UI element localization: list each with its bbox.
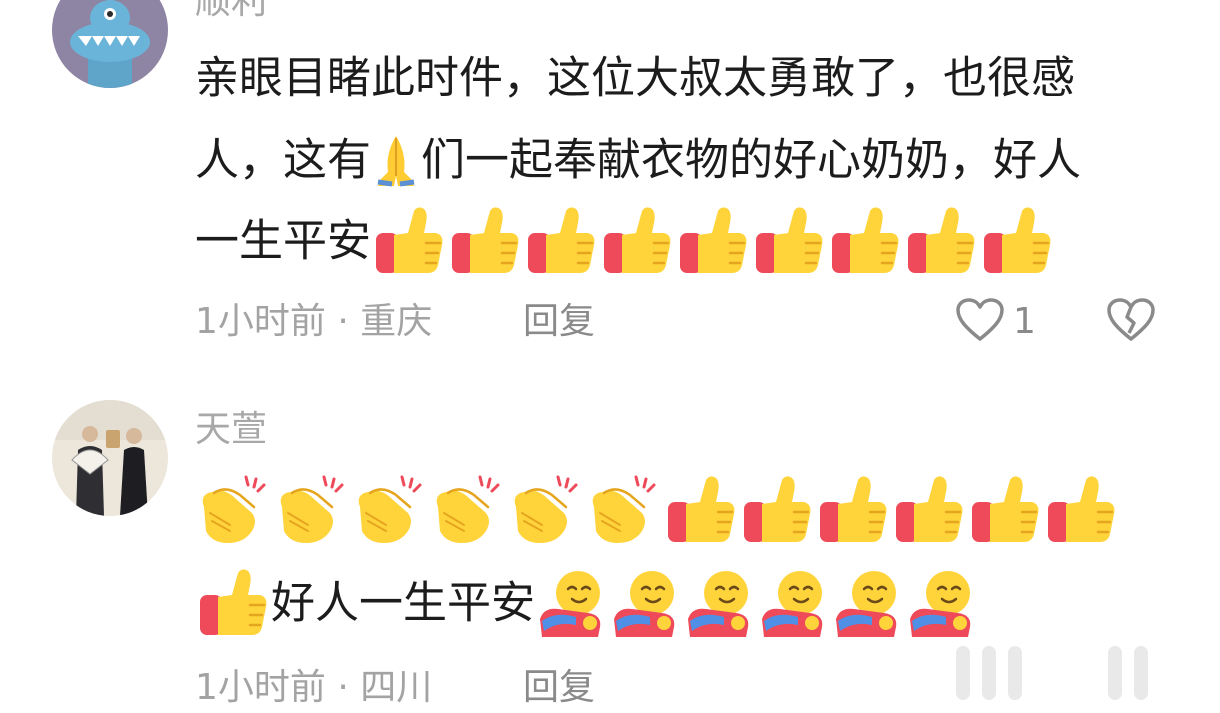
clapping-emoji [274, 473, 350, 547]
thumbs-up-emoji [892, 474, 966, 546]
comment-meta: 1小时前 · 重庆 回复 [195, 297, 1195, 347]
heart-icon [956, 298, 1004, 341]
hugging-face-emoji [906, 567, 978, 639]
thumbs-up-emoji [600, 205, 674, 277]
meta-separator: · [325, 301, 361, 342]
comment-text-line: 亲眼目睹此时件，这位大叔太勇敢了，也很感 [195, 52, 1075, 104]
meta-separator: · [325, 667, 361, 708]
thumbs-up-emoji [904, 205, 978, 277]
comment-text-line: 人，这有 [195, 134, 371, 185]
avatar[interactable] [52, 400, 168, 516]
blue-monster-icon [52, 0, 168, 88]
photo-avatar [52, 400, 168, 516]
thumbs-up-emoji [196, 567, 270, 639]
like-button[interactable] [955, 297, 1005, 347]
hugging-face-emoji [536, 567, 608, 639]
thumbs-up-emoji [448, 205, 522, 277]
thumbs-up-emoji [524, 205, 598, 277]
reply-button[interactable]: 回复 [523, 663, 595, 713]
emoji-row [195, 475, 1119, 543]
avatar[interactable] [52, 0, 168, 88]
like-count: 1 [1013, 301, 1036, 342]
emoji-row [535, 571, 979, 637]
pray-emoji [372, 132, 420, 188]
clapping-emoji [196, 473, 272, 547]
hugging-face-emoji [832, 567, 904, 639]
comment-location: 四川 [360, 667, 433, 708]
thumbs-up-emoji [828, 205, 902, 277]
hugging-face-emoji [610, 567, 682, 639]
comment-text: 亲眼目睹此时件，这位大叔太勇敢了，也很感 人，这有 们一起奉献衣物的好心奶奶，好人… [195, 36, 1185, 281]
clapping-emoji [508, 473, 584, 547]
comment-text: 好人一生平安 [195, 468, 1185, 643]
thumbs-up-emoji [676, 205, 750, 277]
dislike-button[interactable] [1106, 297, 1156, 347]
comment-time: 1小时前 [195, 667, 326, 708]
thumbs-up-emoji [1044, 474, 1118, 546]
hugging-face-emoji [684, 567, 756, 639]
comment-item: 顺利 亲眼目睹此时件，这位大叔太勇敢了，也很感 人，这有 们一起奉献衣物的好心奶奶… [0, 0, 1220, 360]
broken-heart-icon [1107, 298, 1155, 341]
comment-location: 重庆 [360, 301, 433, 342]
comment-text-line: 一生平安 [195, 215, 371, 267]
watermark-logo [948, 640, 1168, 700]
username[interactable]: 天萱 [195, 410, 267, 450]
clapping-emoji [352, 473, 428, 547]
reply-button[interactable]: 回复 [523, 297, 595, 347]
clapping-emoji [586, 473, 662, 547]
comment-text-line: 们一起奉献衣物的好心奶奶，好人 [421, 134, 1081, 185]
comment-time: 1小时前 [195, 301, 326, 342]
hugging-face-emoji [758, 567, 830, 639]
thumbs-up-emoji [980, 205, 1054, 277]
thumbs-up-emoji [816, 474, 890, 546]
clapping-emoji [430, 473, 506, 547]
thumbs-up-emoji [664, 474, 738, 546]
emoji-row [371, 207, 1055, 273]
comment-text-line: 好人一生平安 [271, 577, 535, 629]
username[interactable]: 顺利 [195, 0, 267, 22]
thumbs-up-emoji [372, 205, 446, 277]
thumbs-up-emoji [752, 205, 826, 277]
thumbs-up-emoji [968, 474, 1042, 546]
thumbs-up-emoji [740, 474, 814, 546]
